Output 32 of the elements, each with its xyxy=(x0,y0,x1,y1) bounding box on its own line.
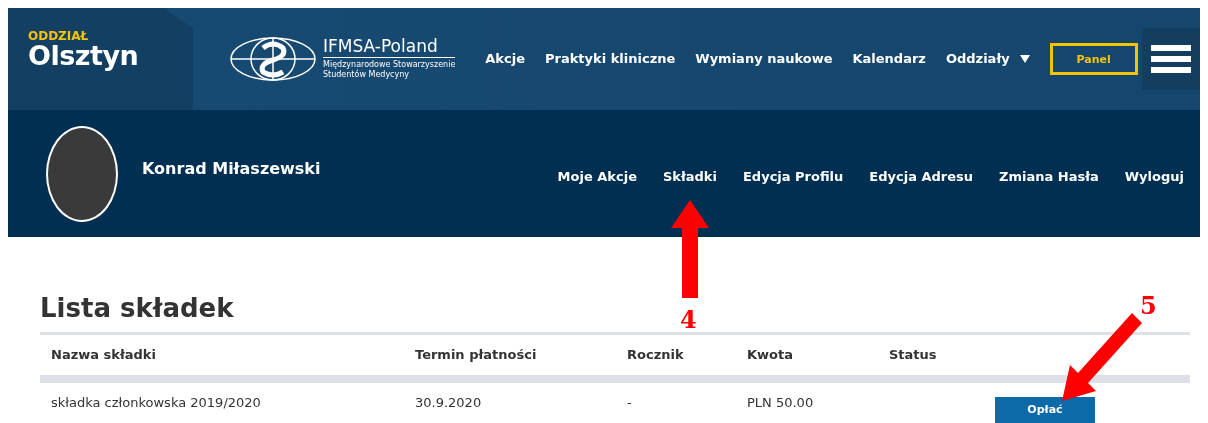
logo-title: IFMSA-Poland xyxy=(323,38,456,59)
profile-menu-link[interactable]: Składki xyxy=(662,166,717,187)
annotation-number: 5 xyxy=(1140,294,1157,318)
nav-link[interactable]: Kalendarz xyxy=(852,49,926,69)
profile-menu-link[interactable]: Edycja Adresu xyxy=(869,166,974,187)
globe-logo-icon xyxy=(229,36,317,82)
panel-button[interactable]: Panel xyxy=(1049,43,1138,75)
table-cell-text: - xyxy=(626,394,633,413)
column-header: Termin płatności xyxy=(414,346,538,365)
column-header: Nazwa składki xyxy=(50,346,157,365)
profile-menu-link[interactable]: Wyloguj xyxy=(1124,166,1184,187)
branch-logo[interactable]: ODDZIAŁ Olsztyn xyxy=(8,8,193,110)
column-header: Status xyxy=(888,346,938,365)
column-header: Rocznik xyxy=(626,346,685,365)
nav-link[interactable]: Oddziały xyxy=(945,49,1010,69)
nav-link[interactable]: Akcje xyxy=(485,49,525,69)
column-header: Kwota xyxy=(746,346,794,365)
annotation-number: 4 xyxy=(680,308,697,332)
menu-icon[interactable] xyxy=(1142,28,1200,90)
nav-link[interactable]: Praktyki kliniczne xyxy=(545,49,676,69)
profile-menu-link[interactable]: Edycja Profilu xyxy=(742,166,844,187)
table-cell-text: składka członkowska 2019/2020 xyxy=(50,394,262,413)
nav-link[interactable]: Wymiany naukowe xyxy=(695,49,833,69)
pay-button[interactable]: Opłać xyxy=(995,397,1095,423)
caret-icon[interactable] xyxy=(1019,55,1030,63)
page-title: Lista składek xyxy=(40,292,234,325)
profile-menu-link[interactable]: Zmiana Hasła xyxy=(999,166,1099,187)
logo-subtitle: Międzynarodowe Stowarzyszenie Studentów Medycyny xyxy=(323,60,456,80)
user-name: Konrad Miłaszewski xyxy=(142,157,321,180)
profile-menu-link[interactable]: Moje Akcje xyxy=(557,166,637,187)
table-cell-text: 30.9.2020 xyxy=(414,394,483,413)
table-cell-text: PLN 50.00 xyxy=(746,394,815,413)
